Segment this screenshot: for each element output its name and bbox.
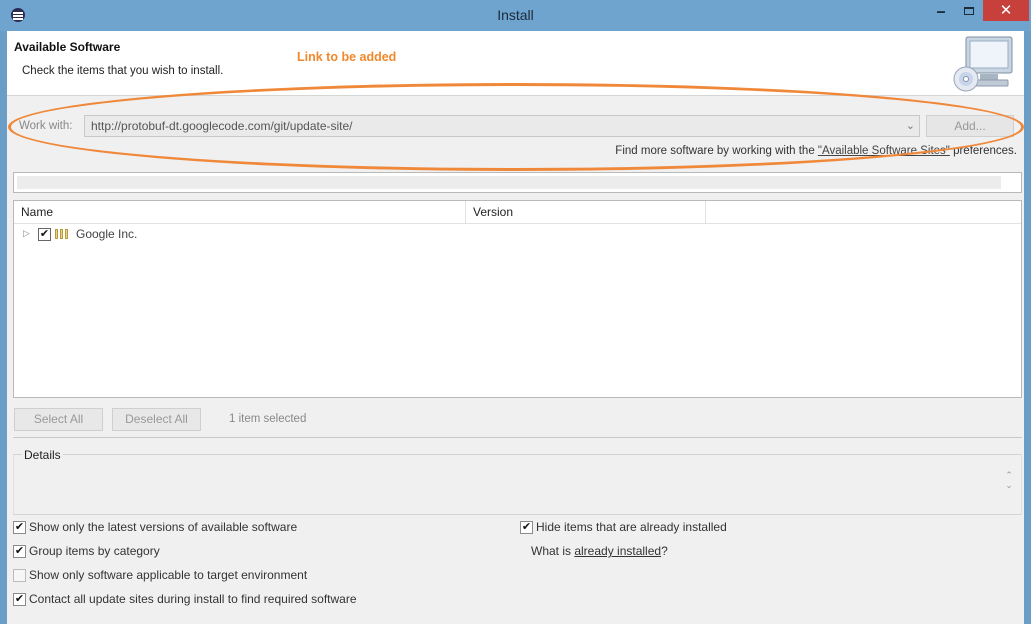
already-installed-link[interactable]: already installed [574,544,661,558]
checkbox-hide-installed[interactable]: ✔ [520,521,533,534]
option-label: Show only software applicable to target … [29,568,308,582]
page-subtitle: Check the items that you wish to install… [22,65,224,77]
checkbox-contact-sites[interactable]: ✔ [13,593,26,606]
find-more-prefix: Find more software by working with the [615,145,818,157]
deselect-all-button[interactable]: Deselect All [112,408,201,431]
option-label: Group items by category [29,544,160,558]
annotation-text: Link to be added [297,50,397,64]
available-software-sites-link[interactable]: "Available Software Sites" [818,145,950,157]
selection-count: 1 item selected [229,413,307,425]
find-more-text: Find more software by working with the "… [615,145,1017,157]
option-label: Show only the latest versions of availab… [29,520,298,534]
row-checkbox[interactable]: ✔ [38,228,51,241]
select-all-button[interactable]: Select All [14,408,103,431]
tree-header: Name Version [14,201,1021,224]
add-button[interactable]: Add... [926,115,1014,137]
option-label: Contact all update sites during install … [29,592,357,606]
work-with-label: Work with: [19,120,73,132]
divider [13,437,1022,438]
what-is-prefix: What is [531,544,575,558]
details-panel [13,454,1022,515]
tree-row[interactable]: ▷ ✔ Google Inc. [14,224,1021,243]
filter-field [17,176,1001,189]
page-title: Available Software [14,40,121,54]
column-version[interactable]: Version [466,201,706,223]
install-dialog: Available Software Check the items that … [7,31,1024,624]
option-label: Hide items that are already installed [536,520,727,534]
minimize-button[interactable]: 🗕 [931,2,951,22]
chevron-down-icon[interactable]: ⌄ [906,119,915,132]
work-with-value: http://protobuf-dt.googlecode.com/git/up… [91,119,353,133]
software-tree[interactable]: Name Version ▷ ✔ Google Inc. [13,200,1022,398]
what-is-suffix: ? [661,544,668,558]
window-title: Install [497,7,534,23]
title-bar: Install 🗕 ✕ [0,0,1031,31]
details-label: Details [22,448,63,462]
checkbox-target-environment[interactable] [13,569,26,582]
scroll-arrows-icon[interactable]: ⌃ ⌄ [1002,470,1016,494]
work-with-combo[interactable]: http://protobuf-dt.googlecode.com/git/up… [84,115,920,137]
minimize-icon: 🗕 [936,3,946,18]
find-more-suffix: preferences. [949,145,1017,157]
what-is-installed-text: What is already installed? [531,544,668,558]
checkbox-group-by-category[interactable]: ✔ [13,545,26,558]
expand-arrow-icon[interactable]: ▷ [23,228,30,239]
filter-input[interactable] [13,172,1022,193]
close-icon: ✕ [999,2,1013,19]
row-label: Google Inc. [76,227,138,241]
maximize-button[interactable] [958,2,980,22]
checkbox-latest-versions[interactable]: ✔ [13,521,26,534]
maximize-icon [964,7,974,15]
monitor-cd-icon [953,36,1013,92]
dialog-header: Available Software Check the items that … [7,31,1024,96]
category-icon [55,229,69,239]
close-button[interactable]: ✕ [983,0,1029,21]
column-name[interactable]: Name [14,201,466,223]
